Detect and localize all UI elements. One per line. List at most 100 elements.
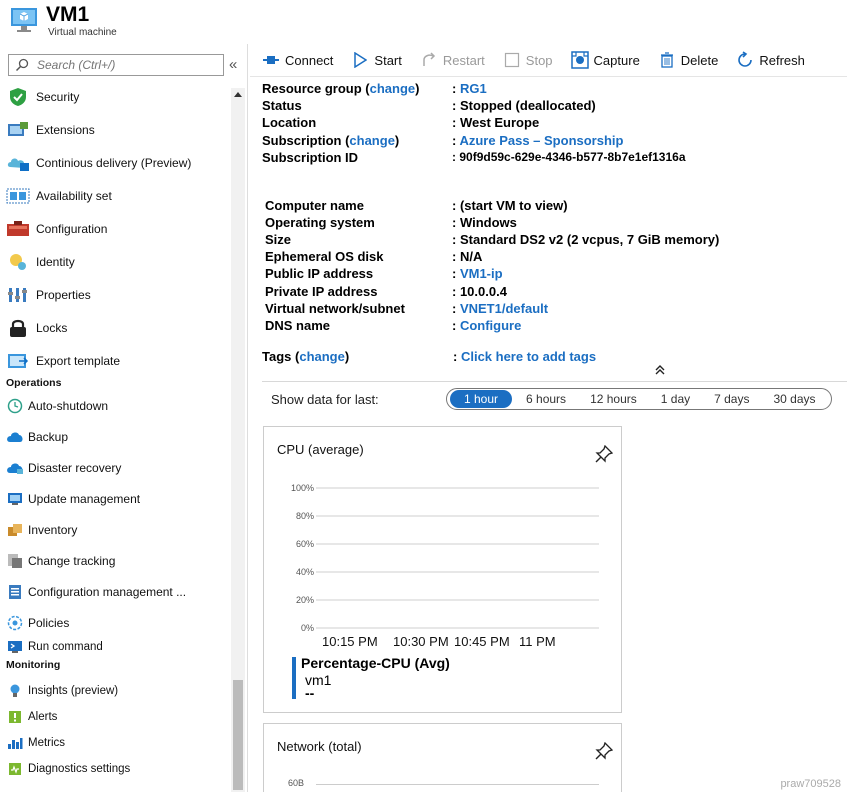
time-option-6-hours[interactable]: 6 hours [516, 390, 576, 408]
sidebar-item-inventory[interactable]: Inventory [6, 517, 228, 543]
sidebar-item-label: Change tracking [28, 554, 116, 568]
sidebar-item-extensions[interactable]: Extensions [6, 117, 228, 143]
cpu-y-tick-label: 40% [296, 567, 314, 577]
scroll-up-arrow-icon[interactable] [234, 92, 242, 97]
sidebar-item-label: Extensions [36, 123, 95, 137]
network-tile-title: Network (total) [277, 739, 362, 754]
capture-icon [570, 51, 589, 69]
sidebar-item-properties[interactable]: Properties [6, 282, 228, 308]
collapse-menu-icon[interactable]: « [229, 56, 237, 73]
show-data-label: Show data for last: [271, 392, 379, 407]
change-subscription-link[interactable]: change [349, 133, 395, 148]
clock-icon [6, 396, 24, 416]
sidebar-item-availability-set[interactable]: Availability set [6, 183, 228, 209]
section-heading-monitoring: Monitoring [6, 659, 61, 671]
network-chart-tile[interactable]: Network (total) 60B [263, 723, 622, 792]
time-option-12-hours[interactable]: 12 hours [580, 390, 647, 408]
command-bar: Connect Start Restart Stop Capture Delet… [262, 48, 823, 72]
capture-label: Capture [593, 52, 640, 68]
subscription-link[interactable]: Azure Pass – Sponsorship [459, 133, 623, 148]
sidebar-item-configuration[interactable]: Configuration [6, 216, 228, 242]
menu-search-box[interactable] [8, 54, 224, 76]
tags-value-wrap: : Click here to add tags [453, 349, 597, 364]
sidebar-item-update-management[interactable]: Update management [6, 486, 228, 512]
watermark-text: praw709528 [780, 778, 841, 790]
collapse-essentials-icon[interactable] [655, 364, 665, 376]
os-label: Operating system [265, 215, 375, 230]
stop-square-icon [503, 51, 521, 69]
resource-group-link[interactable]: RG1 [460, 81, 487, 96]
sidebar-item-label: Run command [28, 641, 103, 653]
cpu-chart-tile[interactable]: CPU (average) 100% 80% 60% 40% 20% 0% 10:15 PM… [263, 426, 622, 713]
start-button[interactable]: Start [351, 51, 402, 69]
sidebar-item-metrics[interactable]: Metrics [6, 732, 228, 754]
search-input[interactable] [37, 57, 217, 73]
disaster-recovery-icon [6, 458, 24, 478]
continuous-delivery-icon [6, 153, 30, 173]
resource-group-label: Resource group [262, 81, 362, 96]
capture-button[interactable]: Capture [570, 51, 640, 69]
restart-button[interactable]: Restart [420, 51, 485, 69]
add-tags-link[interactable]: Click here to add tags [461, 349, 596, 364]
cpu-x-tick-label: 10:15 PM [322, 634, 378, 649]
refresh-button[interactable]: Refresh [736, 51, 805, 69]
sidebar-item-auto-shutdown[interactable]: Auto-shutdown [6, 393, 228, 419]
sidebar-item-export-template[interactable]: Export template [6, 348, 228, 374]
sidebar-item-alerts[interactable]: Alerts [6, 706, 228, 728]
public-ip-link[interactable]: VM1-ip [460, 266, 503, 281]
vnet-link[interactable]: VNET1/default [460, 301, 548, 316]
time-range-selector: 1 hour 6 hours 12 hours 1 day 7 days 30 … [446, 388, 832, 410]
delete-button[interactable]: Delete [658, 51, 718, 69]
configuration-icon [6, 219, 30, 239]
computer-name-label: Computer name [265, 198, 364, 213]
sidebar-item-label: Export template [36, 354, 121, 368]
change-resource-group-link[interactable]: change [370, 81, 416, 96]
sidebar-item-insights[interactable]: Insights (preview) [6, 680, 228, 702]
vnet-label: Virtual network/subnet [265, 301, 405, 316]
time-option-30-days[interactable]: 30 days [763, 390, 825, 408]
inventory-icon [6, 520, 24, 540]
time-option-1-hour[interactable]: 1 hour [450, 390, 513, 408]
public-ip-label: Public IP address [265, 266, 374, 281]
status-label: Status [262, 98, 302, 113]
sidebar-item-disaster-recovery[interactable]: Disaster recovery [6, 455, 228, 481]
connect-label: Connect [285, 52, 334, 68]
cpu-y-tick-label: 0% [301, 623, 314, 633]
scrollbar-thumb[interactable] [233, 680, 243, 790]
sidebar-item-configuration-management[interactable]: Configuration management ... [6, 579, 228, 605]
sidebar-item-security[interactable]: Security [6, 84, 228, 110]
sidebar-item-continuous-delivery[interactable]: Continious delivery (Preview) [6, 150, 228, 176]
os-value-wrap: : Windows [452, 215, 517, 230]
dns-configure-link[interactable]: Configure [460, 318, 521, 333]
stop-button[interactable]: Stop [503, 51, 553, 69]
subscription-value-wrap: : Azure Pass – Sponsorship [452, 133, 624, 148]
insights-icon [6, 681, 24, 701]
sidebar-item-label: Configuration [36, 222, 108, 236]
pin-icon[interactable] [595, 445, 613, 463]
pin-icon[interactable] [595, 742, 613, 760]
extensions-icon [6, 120, 30, 140]
sidebar-item-locks[interactable]: Locks [6, 315, 228, 341]
change-tracking-icon [6, 551, 24, 571]
time-option-1-day[interactable]: 1 day [651, 390, 700, 408]
os-value: Windows [459, 215, 517, 230]
network-y-tick: 60B [288, 778, 305, 788]
sidebar-item-backup[interactable]: Backup [6, 424, 228, 450]
sidebar-item-label: Properties [36, 288, 91, 302]
sidebar-item-run-command[interactable]: Run command [6, 637, 228, 657]
subscription-key: Subscription (change) [262, 133, 400, 148]
ephemeral-value: N/A [459, 249, 483, 264]
sidebar-item-change-tracking[interactable]: Change tracking [6, 548, 228, 574]
cpu-x-tick-label: 11 PM [519, 634, 556, 649]
sidebar-item-diagnostics-settings[interactable]: Diagnostics settings [6, 758, 228, 780]
change-tags-link[interactable]: change [299, 349, 345, 364]
lock-icon [6, 318, 30, 338]
sidebar-item-policies[interactable]: Policies [6, 610, 228, 636]
time-option-7-days[interactable]: 7 days [704, 390, 759, 408]
sidebar-item-label: Security [36, 90, 80, 104]
sidebar-item-identity[interactable]: Identity [6, 249, 228, 275]
restart-label: Restart [442, 52, 485, 68]
page-subtitle: Virtual machine [48, 27, 117, 38]
connect-button[interactable]: Connect [262, 51, 333, 69]
cpu-metric-value: -- [305, 685, 315, 701]
